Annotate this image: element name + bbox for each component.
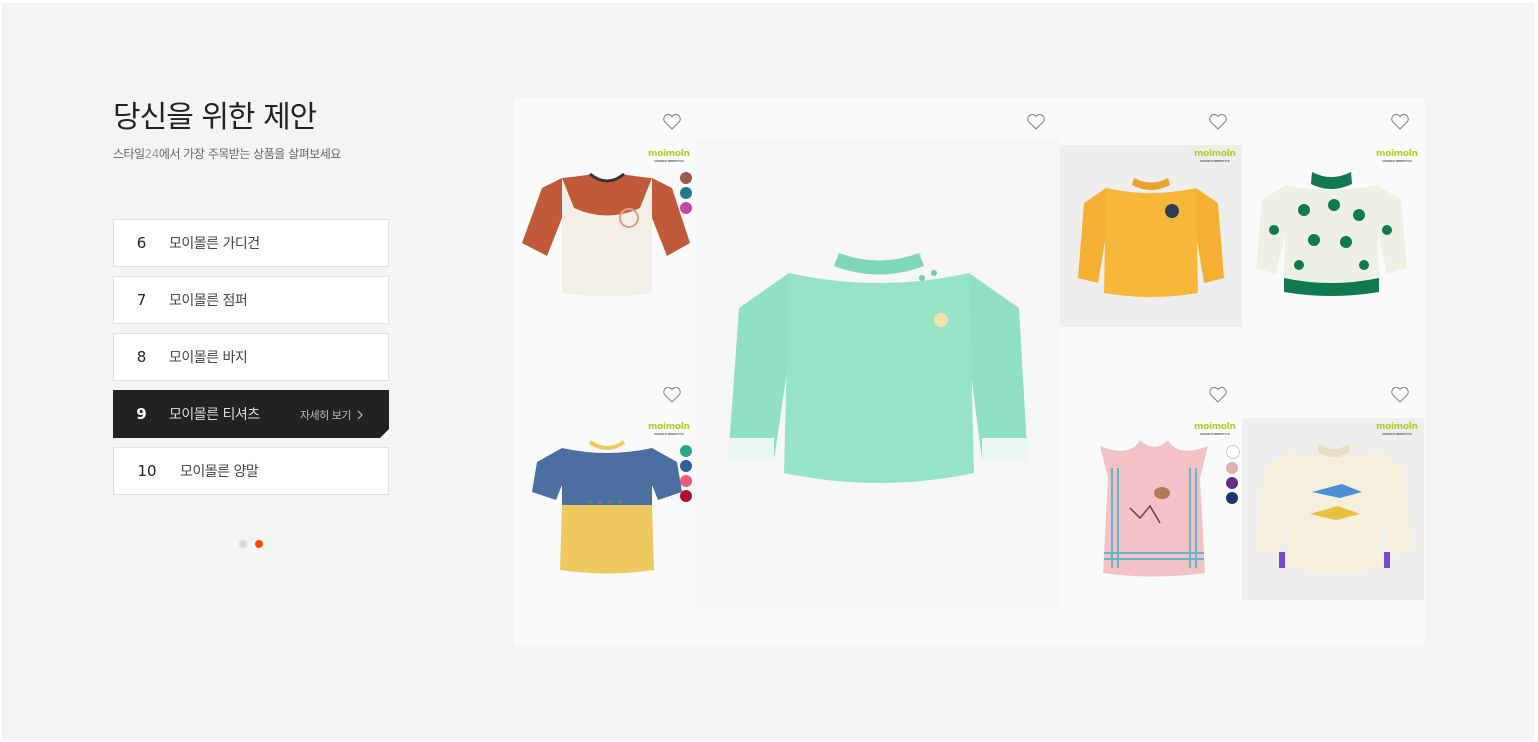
product-image-blue-yellow-tee[interactable] — [532, 440, 682, 578]
color-swatch[interactable] — [1226, 445, 1240, 459]
ranking-item[interactable]: 10 모이몰른 양말 — [113, 447, 389, 495]
product-image-cream-longsleeve[interactable] — [1254, 440, 1414, 578]
ranking-item-active[interactable]: 9 모이몰른 티셔츠 자세히 보기 — [113, 390, 389, 438]
heart-icon[interactable] — [662, 113, 682, 131]
rank-label: 모이몰른 티셔츠 — [169, 407, 260, 423]
ranking-list: 6 모이몰른 가디건 7 모이몰른 점퍼 8 모이몰른 바지 9 모이몰른 티셔… — [113, 219, 389, 504]
heart-icon[interactable] — [1390, 386, 1410, 404]
rank-number: 7 — [136, 291, 147, 309]
rank-number: 6 — [136, 234, 147, 252]
heart-icon[interactable] — [1026, 113, 1046, 131]
brand-logo: moimoln AMIABLE BEBESTYLE — [1194, 422, 1236, 437]
view-more-link[interactable]: 자세히 보기 — [300, 407, 364, 423]
section-subtitle: 스타일24에서 가장 주목받는 상품을 살펴보세요 — [113, 147, 341, 161]
heart-icon[interactable] — [1390, 113, 1410, 131]
rank-label: 모이몰른 양말 — [180, 464, 259, 480]
color-swatch[interactable] — [1226, 477, 1238, 489]
product-grid: moimoln AMIABLE BEBESTYLE moimoln AMIABLE … — [514, 98, 1425, 645]
brand-logo: moimoln AMIABLE BEBESTYLE — [648, 422, 690, 437]
rank-label: 모이몰른 가디건 — [169, 236, 260, 252]
rank-label: 모이몰른 바지 — [169, 350, 248, 366]
rank-number: 9 — [136, 405, 147, 423]
brand-logo: moimoln AMIABLE BEBESTYLE — [1376, 149, 1418, 164]
heart-icon[interactable] — [1208, 113, 1228, 131]
ranking-item[interactable]: 7 모이몰른 점퍼 — [113, 276, 389, 324]
product-image-raglan-tee[interactable] — [522, 168, 692, 303]
pagination-dots — [239, 540, 263, 548]
brand-logo: moimoln AMIABLE BEBESTYLE — [1194, 149, 1236, 164]
brand-logo: moimoln AMIABLE BEBESTYLE — [648, 149, 690, 164]
product-image-yellow-sweatshirt[interactable] — [1076, 173, 1226, 303]
product-image-mint-sweatshirt[interactable] — [729, 248, 1029, 498]
heart-icon[interactable] — [662, 386, 682, 404]
page-dot-1[interactable] — [239, 540, 247, 548]
rank-number: 8 — [136, 348, 147, 366]
heart-icon[interactable] — [1208, 386, 1228, 404]
product-image-pink-vest[interactable] — [1090, 438, 1218, 578]
ranking-item[interactable]: 8 모이몰른 바지 — [113, 333, 389, 381]
color-swatch[interactable] — [1226, 462, 1238, 474]
section-title: 당신을 위한 제안 — [113, 100, 317, 135]
chevron-right-icon — [357, 410, 363, 420]
brand-logo: moimoln AMIABLE BEBESTYLE — [1376, 422, 1418, 437]
page-dot-2-active[interactable] — [255, 540, 263, 548]
rank-label: 모이몰른 점퍼 — [169, 293, 248, 309]
ranking-item[interactable]: 6 모이몰른 가디건 — [113, 219, 389, 267]
product-image-green-print-sweatshirt[interactable] — [1254, 170, 1409, 300]
rank-number: 10 — [137, 462, 157, 480]
color-swatch[interactable] — [1226, 492, 1238, 504]
color-swatches — [1226, 445, 1240, 504]
